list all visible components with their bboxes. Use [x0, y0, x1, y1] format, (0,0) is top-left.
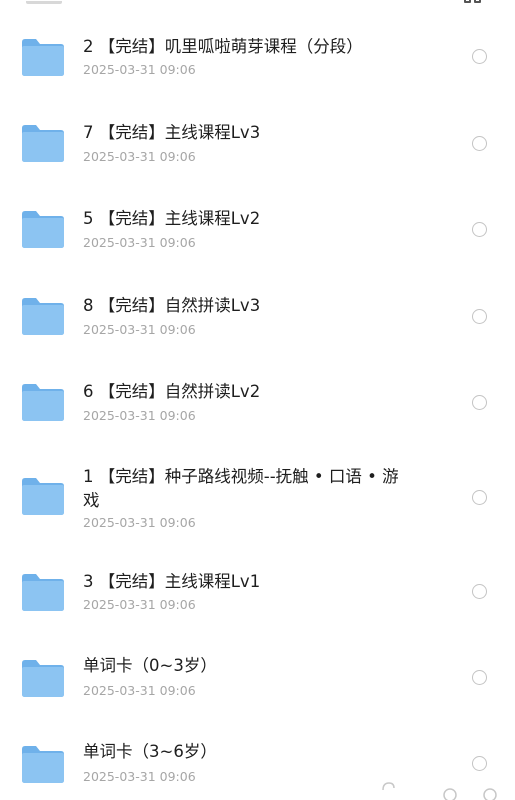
- folder-icon: [22, 746, 64, 783]
- folder-icon: [22, 298, 64, 335]
- file-date: 2025-03-31 09:06: [83, 515, 196, 530]
- partial-tool-icon[interactable]: [442, 784, 458, 800]
- folder-icon: [22, 384, 64, 421]
- file-date: 2025-03-31 09:06: [83, 62, 196, 77]
- folder-icon: [22, 211, 64, 248]
- list-item[interactable]: 1 【完结】种子路线视频--抚触 • 口语 • 游戏 2025-03-31 09…: [0, 458, 515, 538]
- folder-icon: [22, 478, 64, 515]
- file-title: 2 【完结】叽里呱啦萌芽课程（分段）: [83, 37, 363, 56]
- file-title: 8 【完结】自然拼读Lv3: [83, 296, 261, 315]
- folder-icon: [22, 39, 64, 76]
- select-radio[interactable]: [472, 309, 487, 324]
- folder-icon: [22, 574, 64, 611]
- partial-tool-icon[interactable]: [380, 780, 396, 800]
- file-title: 5 【完结】主线课程Lv2: [83, 209, 261, 228]
- header-title-partial: [26, 0, 62, 4]
- list-item[interactable]: 2 【完结】叽里呱啦萌芽课程（分段） 2025-03-31 09:06: [0, 30, 515, 90]
- file-title: 单词卡（0~3岁）: [83, 656, 217, 675]
- grid-view-icon[interactable]: [464, 0, 484, 6]
- file-date: 2025-03-31 09:06: [83, 408, 196, 423]
- select-radio[interactable]: [472, 490, 487, 505]
- select-radio[interactable]: [472, 49, 487, 64]
- select-radio[interactable]: [472, 670, 487, 685]
- file-date: 2025-03-31 09:06: [83, 235, 196, 250]
- file-title: 6 【完结】自然拼读Lv2: [83, 382, 261, 401]
- list-item[interactable]: 3 【完结】主线课程Lv1 2025-03-31 09:06: [0, 569, 515, 629]
- list-item[interactable]: 5 【完结】主线课程Lv2 2025-03-31 09:06: [0, 203, 515, 263]
- partial-tool-icon[interactable]: [482, 784, 498, 800]
- folder-icon: [22, 660, 64, 697]
- file-title: 7 【完结】主线课程Lv3: [83, 123, 261, 142]
- file-date: 2025-03-31 09:06: [83, 322, 196, 337]
- file-title: 3 【完结】主线课程Lv1: [83, 572, 261, 591]
- select-radio[interactable]: [472, 222, 487, 237]
- select-radio[interactable]: [472, 756, 487, 771]
- file-date: 2025-03-31 09:06: [83, 149, 196, 164]
- list-item[interactable]: 6 【完结】自然拼读Lv2 2025-03-31 09:06: [0, 376, 515, 436]
- list-item[interactable]: 单词卡（0~3岁） 2025-03-31 09:06: [0, 655, 515, 715]
- top-bar: [0, 0, 515, 14]
- file-date: 2025-03-31 09:06: [83, 683, 196, 698]
- folder-icon: [22, 125, 64, 162]
- list-item[interactable]: 7 【完结】主线课程Lv3 2025-03-31 09:06: [0, 117, 515, 177]
- select-radio[interactable]: [472, 395, 487, 410]
- file-date: 2025-03-31 09:06: [83, 597, 196, 612]
- select-radio[interactable]: [472, 136, 487, 151]
- list-item[interactable]: 8 【完结】自然拼读Lv3 2025-03-31 09:06: [0, 290, 515, 350]
- file-title: 1 【完结】种子路线视频--抚触 • 口语 • 游戏: [83, 467, 399, 510]
- file-title: 单词卡（3~6岁）: [83, 742, 217, 761]
- select-radio[interactable]: [472, 584, 487, 599]
- bottom-toolbar-partial: [0, 780, 515, 800]
